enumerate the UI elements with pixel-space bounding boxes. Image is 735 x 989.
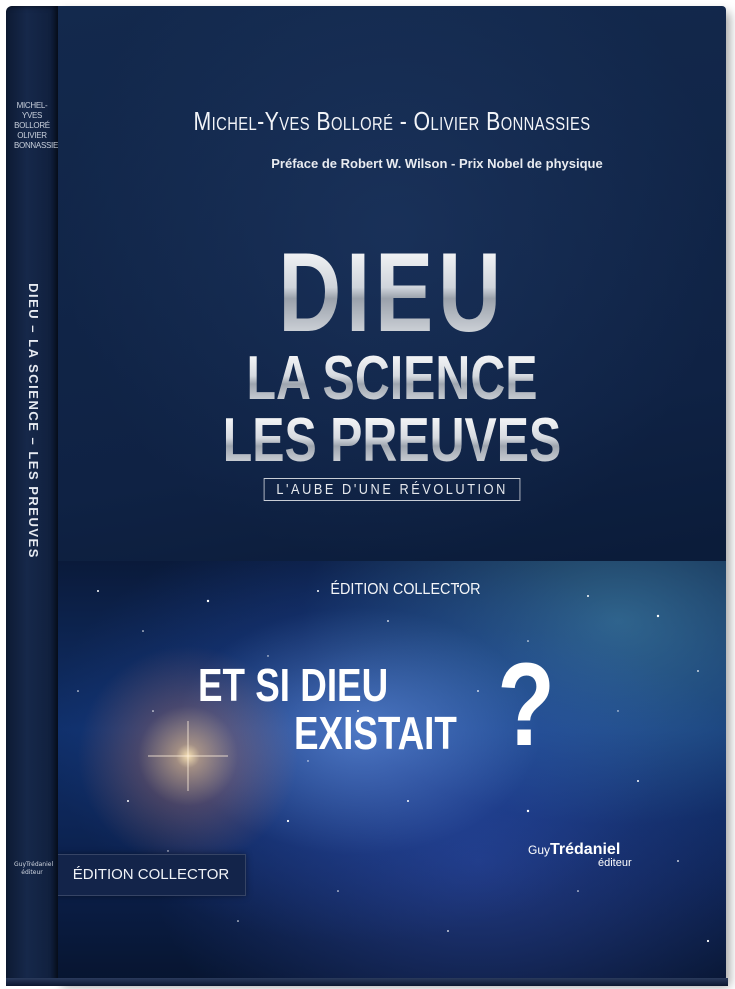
publisher-name: Trédaniel (550, 841, 621, 858)
spine-author-line: MICHEL-YVES (16, 101, 48, 120)
preface-line: Préface de Robert W. Wilson - Prix Nobel… (271, 156, 603, 171)
question-text: ET SI DIEU EXISTAIT (198, 661, 457, 757)
spine-title: DIEU – LA SCIENCE – LES PREUVES (26, 283, 41, 559)
front-cover: Michel-Yves Bolloré - Olivier Bonnassies… (58, 6, 726, 981)
title-la-science: LA SCIENCE (131, 348, 652, 410)
spine-authors: MICHEL-YVES BOLLORÉ OLIVIER BONNASSIES (14, 101, 64, 151)
publisher-editeur: éditeur (598, 857, 632, 869)
title-block: DIEU LA SCIENCE LES PREUVES L'AUBE D'UNE… (58, 237, 726, 501)
book-bottom-edge (6, 978, 728, 986)
publisher-guy: Guy (528, 843, 551, 857)
edition-collector-top: ÉDITION COLLECTOR (330, 581, 481, 598)
spine-publisher-sub: éditeur (21, 869, 43, 876)
space-nebula-image (58, 561, 726, 981)
question-mark: ? (497, 639, 555, 771)
question-line-2: EXISTAIT (294, 707, 457, 759)
subtitle-box: L'AUBE D'UNE RÉVOLUTION (263, 478, 521, 501)
title-les-preuves: LES PREUVES (131, 410, 652, 472)
spine-author-line: BONNASSIES (14, 141, 64, 150)
title-dieu: DIEU (131, 237, 652, 349)
edition-collector-band: ÉDITION COLLECTOR (58, 854, 246, 896)
authors-line: Michel-Yves Bolloré - Olivier Bonnassies (193, 106, 591, 136)
spine-publisher-name: GuyTrédaniel (14, 861, 54, 868)
spine-author-line: OLIVIER (17, 131, 47, 140)
question-line-1: ET SI DIEU (198, 659, 389, 711)
publisher-logo: GuyTrédaniel éditeur (528, 841, 632, 869)
book-spine: MICHEL-YVES BOLLORÉ OLIVIER BONNASSIES D… (6, 6, 64, 984)
spine-author-line: BOLLORÉ (14, 121, 50, 130)
spine-publisher-logo: GuyTrédaniel éditeur (14, 861, 54, 877)
book-cover-image: MICHEL-YVES BOLLORÉ OLIVIER BONNASSIES D… (0, 0, 735, 989)
starfield (77, 584, 710, 943)
